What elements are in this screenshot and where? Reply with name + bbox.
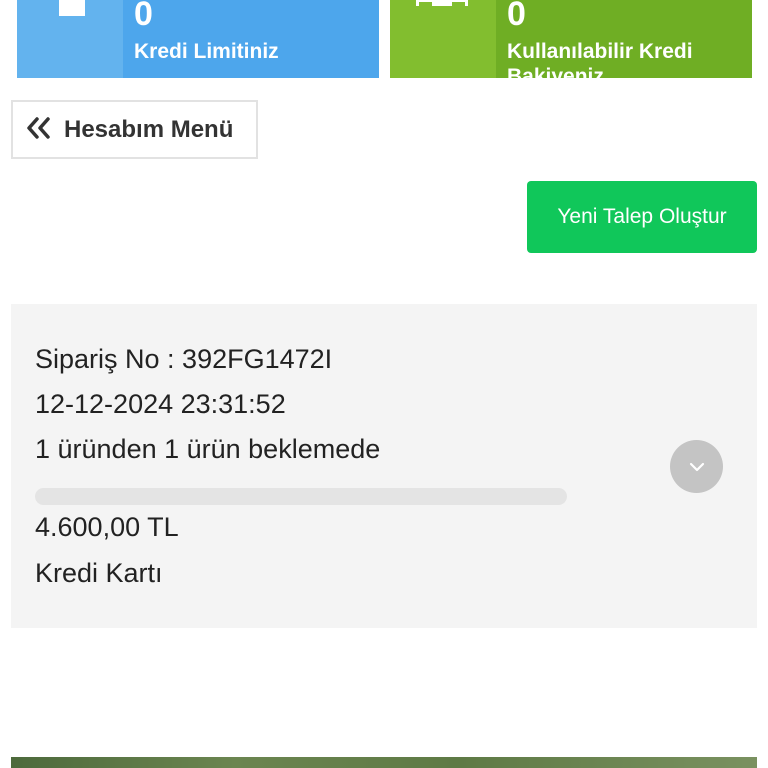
order-payment-method: Kredi Kartı (35, 558, 163, 588)
order-number: Sipariş No : 392FG1472I (35, 344, 333, 374)
order-status: 1 üründen 1 ürün beklemede (35, 434, 381, 464)
order-expand-button[interactable] (670, 440, 723, 493)
credit-limit-icon-box (17, 0, 123, 78)
credit-limit-value: 0 (134, 0, 153, 33)
credit-limit-card: 0 Kredi Limitiniz (17, 0, 379, 78)
order-card: Sipariş No : 392FG1472I 12-12-2024 23:31… (11, 304, 757, 628)
credit-limit-body: 0 Kredi Limitiniz (123, 0, 379, 78)
available-credit-card: 0 Kullanılabilir Kredi Bakiyeniz (390, 0, 752, 78)
available-credit-body: 0 Kullanılabilir Kredi Bakiyeniz (496, 0, 752, 78)
credit-limit-label: Kredi Limitiniz (134, 40, 279, 63)
double-chevron-left-icon (26, 117, 58, 142)
credit-card-icon (416, 0, 468, 6)
new-request-button[interactable]: Yeni Talep Oluştur (527, 181, 757, 253)
star-icon (59, 0, 85, 16)
available-credit-value: 0 (507, 0, 526, 33)
available-credit-label: Kullanılabilir Kredi Bakiyeniz (507, 40, 693, 78)
order-amount: 4.600,00 TL (35, 512, 179, 542)
order-progress-bar (35, 488, 567, 505)
available-credit-icon-box (390, 0, 496, 78)
account-menu-label: Hesabım Menü (64, 115, 234, 143)
bottom-banner-image (11, 757, 757, 768)
order-datetime: 12-12-2024 23:31:52 (35, 389, 286, 419)
chevron-down-icon (689, 462, 704, 471)
account-menu-button[interactable]: Hesabım Menü (11, 100, 258, 159)
